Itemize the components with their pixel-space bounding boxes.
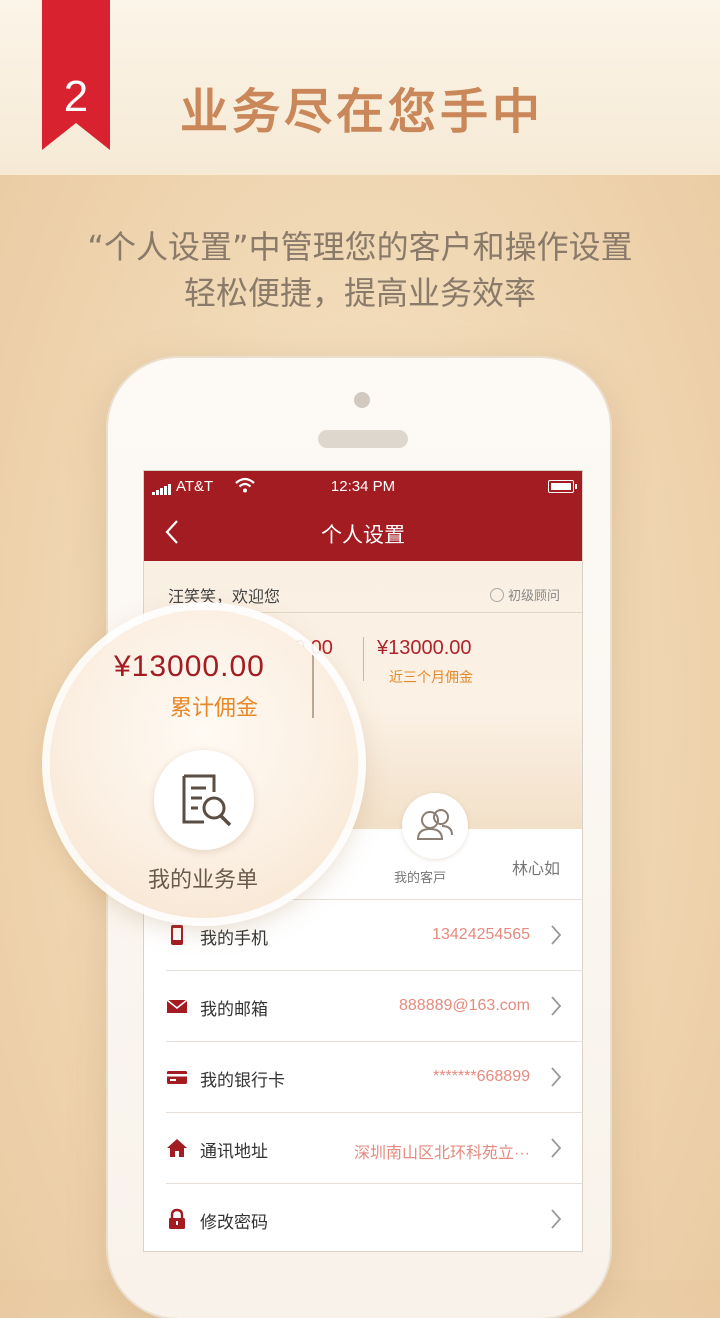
subline-1: “个人设置”中管理您的客户和操作设置 [87,228,633,266]
user-level: 初级顾问 [489,585,560,604]
list-item-label: 我的银行卡 [200,1071,285,1091]
chevron-right-icon [551,1067,562,1087]
chevron-right-icon [551,996,562,1016]
mail-icon [166,999,188,1013]
headline: 业务尽在您手中 [180,84,545,140]
my-orders-button[interactable] [154,750,254,850]
home-icon [167,1139,187,1157]
stat-divider [363,637,364,681]
recent-commission-amount: ¥13000.00 [377,637,472,659]
recent-commission-label: 近三个月佣金 [389,670,473,686]
list-item-value: 888889@163.com [399,997,530,1014]
phone-camera [354,392,370,408]
list-item-address[interactable]: 通讯地址 深圳南山区北环科苑立··· [166,1113,582,1184]
welcome-text: 汪笑笑，欢迎您 [168,587,281,606]
phone-icon [171,925,183,945]
list-item-change-password[interactable]: 修改密码 [166,1184,582,1251]
list-item-email[interactable]: 我的邮箱 888889@163.com [166,971,582,1042]
card-icon [167,1071,187,1084]
status-bar: AT&T 12:34 PM [144,471,582,503]
lock-icon [169,1208,185,1229]
list-item-label: 我的邮箱 [200,1000,268,1020]
list-item-value: 深圳南山区北环科苑立··· [354,1145,530,1162]
user-level-text: 初级顾问 [507,589,560,604]
nav-bar: 个人设置 [144,503,582,561]
chevron-right-icon [551,925,562,945]
list-item-label: 修改密码 [200,1213,268,1233]
phone-speaker [318,430,408,448]
list-item-label: 通讯地址 [200,1142,268,1162]
magnifier-callout: ¥13000.00 累计佣金 我的业务单 [50,610,358,918]
user-icon [489,588,504,602]
stat-divider [312,652,314,718]
list-item-label: 我的手机 [200,929,268,949]
my-orders-label: 我的业务单 [148,868,259,893]
page-title: 个人设置 [321,523,405,547]
chevron-right-icon [551,1138,562,1158]
total-commission-label: 累计佣金 [170,696,259,721]
list-item-bank-card[interactable]: 我的银行卡 *******668899 [166,1042,582,1113]
document-search-icon [182,774,232,827]
battery-icon [548,480,577,493]
step-number: 2 [63,72,89,121]
chevron-right-icon [551,1209,562,1229]
list-item-value: 13424254565 [432,926,530,943]
status-time: 12:34 PM [330,478,396,495]
list-item-value: *******668899 [433,1068,530,1085]
subline-2: 轻松便捷，提高业务效率 [183,274,536,312]
name-value: 林心如 [511,861,560,878]
total-commission-amount: ¥13000.00 [114,650,265,683]
